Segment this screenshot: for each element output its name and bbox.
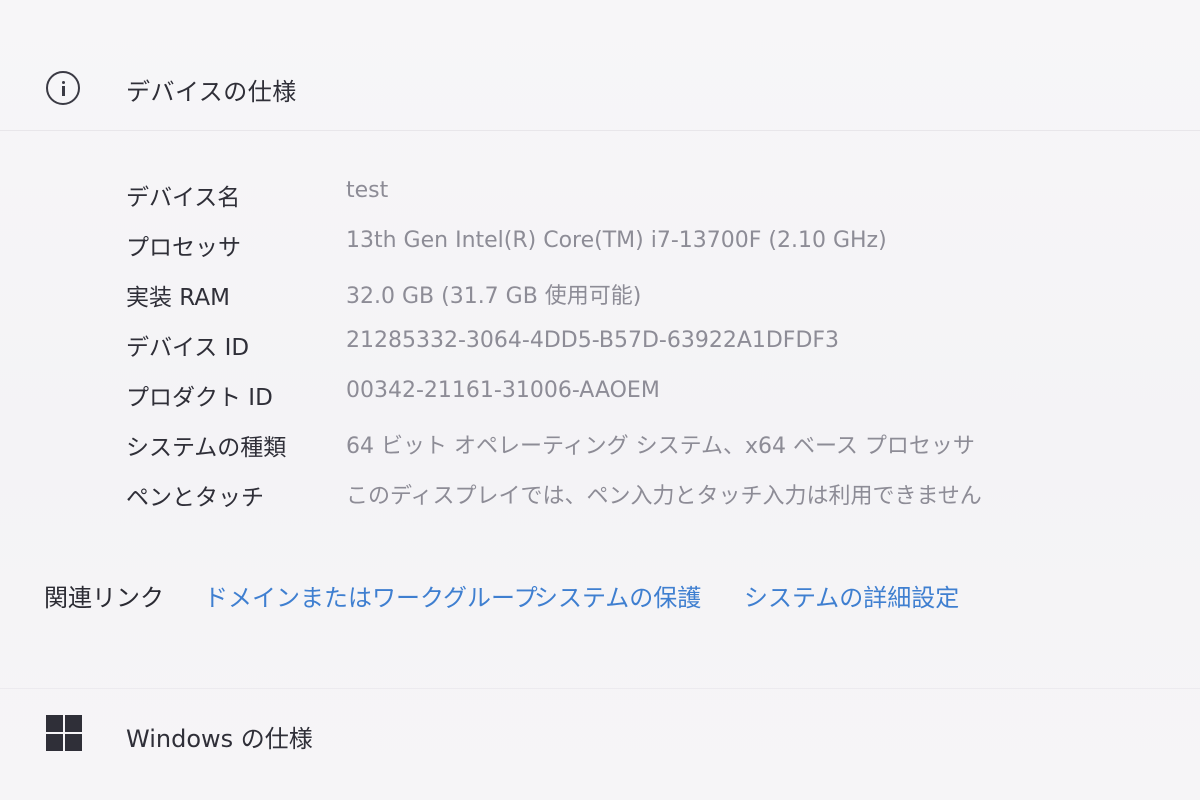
- spec-label: 実装 RAM: [126, 285, 230, 311]
- spec-value: 64 ビット オペレーティング システム、x64 ベース プロセッサ: [346, 434, 975, 459]
- windows-specs-title: Windows の仕様: [126, 725, 313, 753]
- spec-value: 32.0 GB (31.7 GB 使用可能): [346, 284, 642, 309]
- spec-row-system-type: システムの種類 64 ビット オペレーティング システム、x64 ベース プロセ…: [0, 418, 1200, 468]
- spec-row-ram: 実装 RAM 32.0 GB (31.7 GB 使用可能): [0, 268, 1200, 318]
- advanced-system-settings-link[interactable]: システムの詳細設定: [744, 578, 959, 613]
- spec-label: デバイス名: [126, 185, 241, 211]
- spec-label: システムの種類: [126, 435, 287, 461]
- spec-row-processor: プロセッサ 13th Gen Intel(R) Core(TM) i7-1370…: [0, 218, 1200, 268]
- spec-label: デバイス ID: [126, 335, 250, 361]
- info-icon: [46, 71, 80, 105]
- spec-value: 00342-21161-31006-AAOEM: [346, 378, 660, 403]
- spec-row-pen-touch: ペンとタッチ このディスプレイでは、ペン入力とタッチ入力は利用できません: [0, 468, 1200, 518]
- system-protection-link[interactable]: システムの保護: [534, 578, 701, 613]
- spec-row-device-id: デバイス ID 21285332-3064-4DD5-B57D-63922A1D…: [0, 318, 1200, 368]
- device-specs-header[interactable]: デバイスの仕様: [0, 48, 1200, 131]
- windows-specs-header[interactable]: Windows の仕様: [0, 688, 1200, 779]
- domain-workgroup-link[interactable]: ドメインまたはワークグループ: [204, 578, 538, 613]
- settings-panel: デバイスの仕様 デバイス名 test プロセッサ 13th Gen Intel(…: [0, 0, 1200, 800]
- windows-logo-icon: [46, 715, 82, 751]
- spec-label: プロダクト ID: [126, 385, 273, 411]
- spec-value: 21285332-3064-4DD5-B57D-63922A1DFDF3: [346, 328, 840, 353]
- device-specs-list: デバイス名 test プロセッサ 13th Gen Intel(R) Core(…: [0, 168, 1200, 518]
- spec-value: test: [346, 178, 389, 203]
- spec-label: プロセッサ: [126, 235, 241, 261]
- spec-row-product-id: プロダクト ID 00342-21161-31006-AAOEM: [0, 368, 1200, 418]
- spec-row-device-name: デバイス名 test: [0, 168, 1200, 218]
- related-links-label: 関連リンク: [44, 584, 164, 612]
- related-links: 関連リンク ドメインまたはワークグループ システムの保護 システムの詳細設定: [0, 560, 1200, 630]
- spec-value: このディスプレイでは、ペン入力とタッチ入力は利用できません: [346, 484, 982, 509]
- spec-label: ペンとタッチ: [126, 485, 264, 511]
- device-specs-title: デバイスの仕様: [126, 78, 297, 106]
- spec-value: 13th Gen Intel(R) Core(TM) i7-13700F (2.…: [346, 228, 887, 253]
